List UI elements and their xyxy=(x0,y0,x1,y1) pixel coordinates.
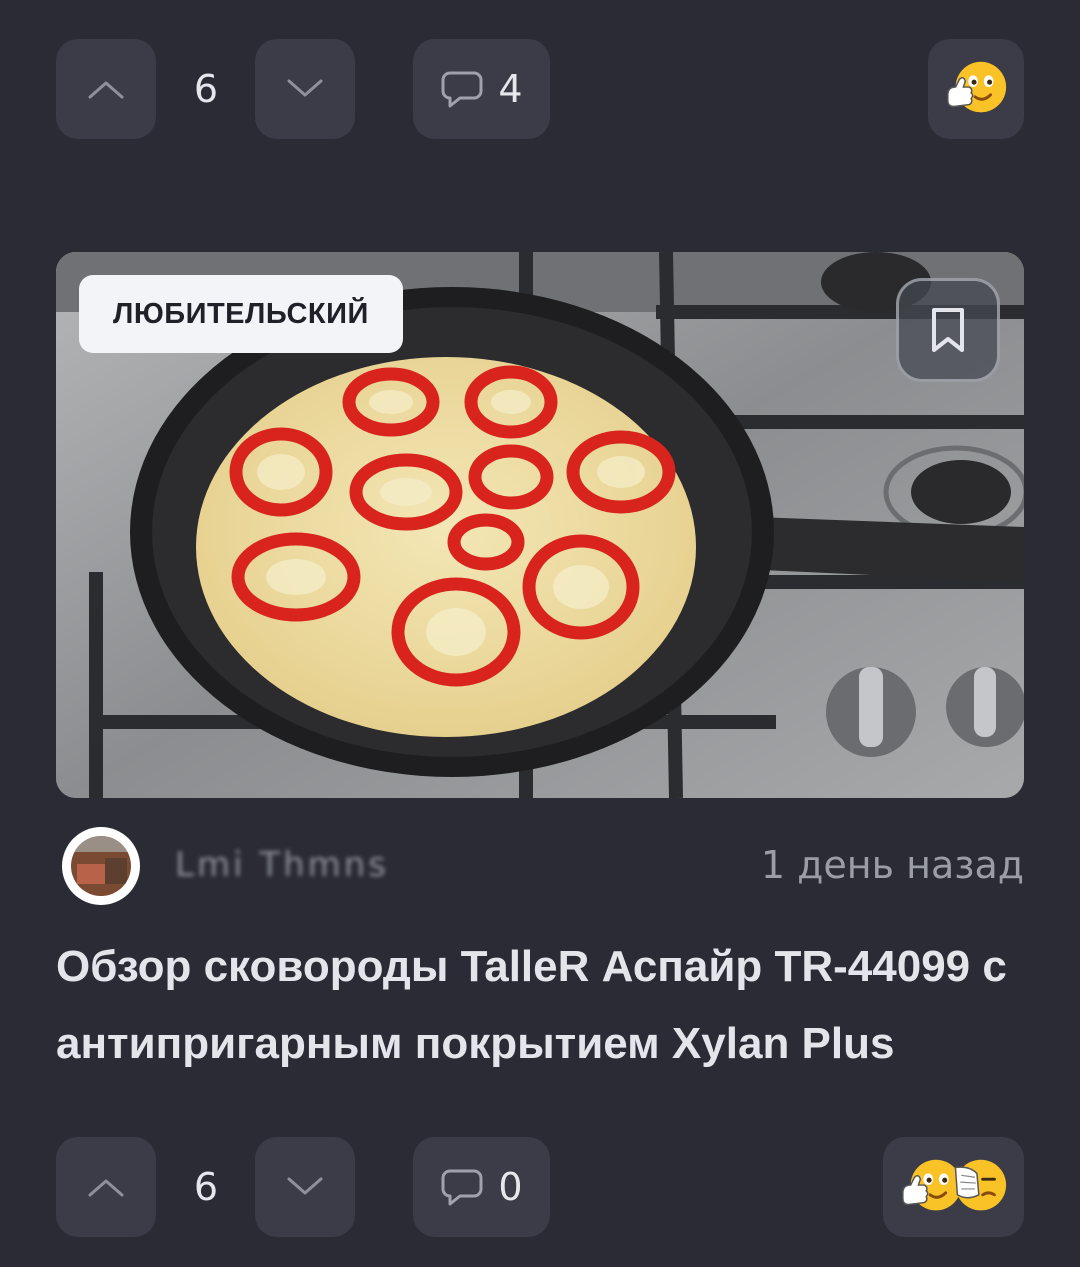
bookmark-icon xyxy=(932,308,964,352)
post-title[interactable]: Обзор сковороды TalleR Аспайр TR-44099 с… xyxy=(56,928,1024,1082)
author-avatar[interactable] xyxy=(62,827,140,905)
comment-count: 4 xyxy=(498,67,523,111)
bookmark-button[interactable] xyxy=(896,278,1000,382)
reactions-button[interactable] xyxy=(883,1137,1024,1237)
bottom-action-bar: 6 0 xyxy=(56,1137,1024,1237)
upvote-button[interactable] xyxy=(56,1137,156,1237)
downvote-button[interactable] xyxy=(255,39,355,139)
top-action-bar: 6 4 xyxy=(56,39,1024,139)
comment-icon xyxy=(441,71,483,108)
category-badge[interactable]: ЛЮБИТЕЛЬСКИЙ xyxy=(79,275,403,353)
author-name[interactable]: Lmi Thmns xyxy=(175,845,389,885)
comment-icon xyxy=(441,1169,483,1206)
comments-button[interactable]: 4 xyxy=(413,39,550,139)
downvote-button[interactable] xyxy=(255,1137,355,1237)
reaction-emojis xyxy=(902,1159,1007,1211)
chevron-up-icon xyxy=(88,1179,124,1197)
vote-count: 6 xyxy=(193,1165,219,1209)
reactions-button[interactable] xyxy=(928,39,1024,139)
chevron-down-icon xyxy=(287,79,323,97)
facepalm-emoji-icon xyxy=(954,1159,1007,1211)
thumbs-up-emoji-icon xyxy=(947,61,1007,113)
avatar-image xyxy=(71,836,131,896)
comments-button[interactable]: 0 xyxy=(413,1137,550,1237)
comment-count: 0 xyxy=(498,1165,523,1209)
chevron-up-icon xyxy=(88,81,124,99)
vote-count: 6 xyxy=(193,67,219,111)
upvote-button[interactable] xyxy=(56,39,156,139)
post-cover-image[interactable]: ЛЮБИТЕЛЬСКИЙ xyxy=(56,252,1024,798)
thumbs-up-emoji-icon xyxy=(902,1159,962,1211)
chevron-down-icon xyxy=(287,1177,323,1195)
post-time: 1 день назад xyxy=(760,843,1024,887)
